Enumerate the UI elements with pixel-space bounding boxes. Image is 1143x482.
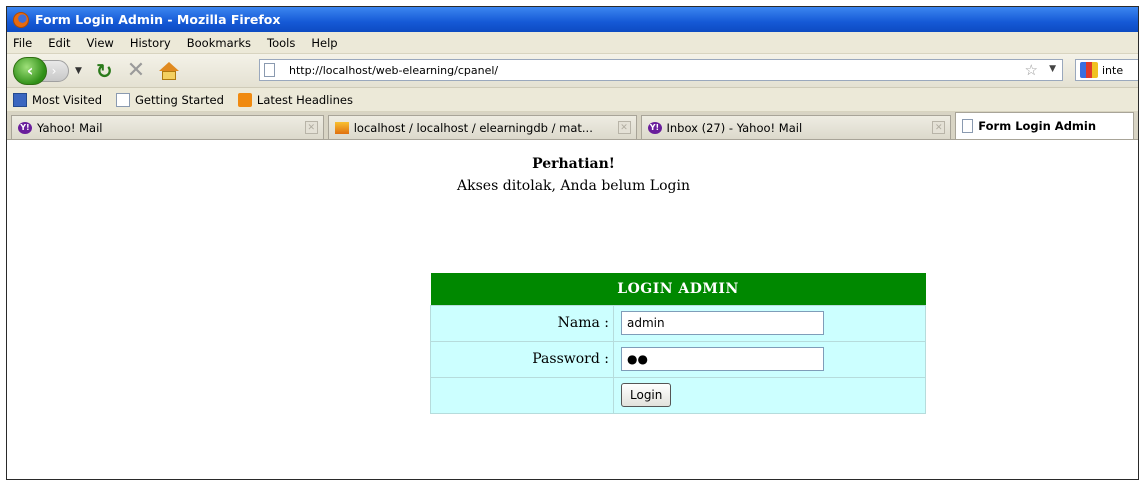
browser-window: Form Login Admin - Mozilla Firefox File … — [6, 6, 1139, 480]
username-label-cell: Nama : — [430, 304, 614, 342]
back-button[interactable]: ‹ — [13, 56, 47, 85]
home-base-icon — [162, 70, 177, 80]
window-title: Form Login Admin - Mozilla Firefox — [35, 12, 281, 27]
tab-label: Inbox (27) - Yahoo! Mail — [666, 120, 803, 135]
password-row: Password : ●● — [430, 340, 926, 378]
url-bar[interactable]: http://localhost/web-elearning/cpanel/ ☆… — [259, 59, 1063, 81]
search-engine-icon[interactable] — [1080, 62, 1098, 78]
bookmark-label: Getting Started — [135, 92, 224, 107]
notice-title: Perhatian! — [532, 156, 615, 172]
bookmark-latest-headlines[interactable]: Latest Headlines — [237, 92, 353, 107]
password-input-cell: ●● — [613, 340, 926, 378]
bookmark-label: Most Visited — [32, 92, 102, 107]
tab-label: Yahoo! Mail — [37, 120, 103, 135]
stop-button[interactable]: ✕ — [127, 58, 145, 83]
tab-yahoo-inbox[interactable]: Y! Inbox (27) - Yahoo! Mail ✕ — [640, 115, 952, 139]
empty-cell — [430, 376, 614, 414]
url-dropdown-icon[interactable]: ▼ — [1049, 64, 1056, 74]
username-row: Nama : admin — [430, 304, 926, 342]
login-title: LOGIN ADMIN — [430, 273, 926, 305]
most-visited-icon — [13, 92, 27, 107]
close-icon[interactable]: ✕ — [304, 121, 318, 134]
bookmark-star-icon[interactable]: ☆ — [1025, 61, 1038, 79]
page-content: Perhatian! Akses ditolak, Anda belum Log… — [7, 140, 1138, 479]
menu-tools[interactable]: Tools — [267, 36, 295, 50]
rss-feed-icon — [237, 92, 252, 107]
menu-bar: File Edit View History Bookmarks Tools H… — [7, 32, 1138, 54]
login-form: LOGIN ADMIN Nama : admin Password : ●● L… — [430, 273, 926, 414]
phpmyadmin-icon — [334, 121, 349, 134]
username-input-cell: admin — [613, 304, 926, 342]
login-button[interactable]: Login — [621, 383, 672, 407]
tab-label: Form Login Admin — [978, 119, 1097, 133]
bookmark-most-visited[interactable]: Most Visited — [13, 92, 102, 107]
menu-view[interactable]: View — [87, 36, 114, 50]
navigation-toolbar: ‹ › ▼ ↻ ✕ http://localhost/web-elearning… — [7, 54, 1138, 88]
password-label: Password — [532, 351, 600, 367]
menu-bookmarks[interactable]: Bookmarks — [187, 36, 251, 50]
password-label-cell: Password : — [430, 340, 614, 378]
home-roof-icon — [159, 61, 180, 71]
firefox-logo-icon — [13, 11, 29, 28]
bookmark-label: Latest Headlines — [256, 92, 353, 107]
tab-phpmyadmin[interactable]: localhost / localhost / elearningdb / ma… — [327, 115, 637, 139]
home-button[interactable] — [159, 61, 180, 80]
page-icon — [962, 119, 974, 133]
yahoo-icon: Y! — [18, 121, 32, 134]
tab-form-login-admin[interactable]: Form Login Admin — [955, 112, 1134, 139]
page-icon — [116, 92, 130, 107]
tab-yahoo-mail[interactable]: Y! Yahoo! Mail ✕ — [11, 115, 324, 139]
bookmark-getting-started[interactable]: Getting Started — [116, 92, 224, 107]
submit-cell: Login — [613, 376, 926, 414]
submit-row: Login — [430, 376, 926, 414]
title-bar: Form Login Admin - Mozilla Firefox — [7, 7, 1138, 32]
reload-button[interactable]: ↻ — [96, 59, 113, 83]
close-icon[interactable]: ✕ — [932, 121, 946, 134]
menu-help[interactable]: Help — [311, 36, 337, 50]
username-label: Nama — [557, 315, 600, 331]
notice-message: Akses ditolak, Anda belum Login — [457, 178, 690, 194]
search-box[interactable]: inte — [1075, 59, 1138, 81]
close-icon[interactable]: ✕ — [617, 121, 631, 134]
username-input[interactable]: admin — [621, 311, 824, 335]
bookmarks-toolbar: Most Visited Getting Started Latest Head… — [7, 88, 1138, 112]
menu-file[interactable]: File — [13, 36, 32, 50]
menu-history[interactable]: History — [130, 36, 171, 50]
tab-bar: Y! Yahoo! Mail ✕ localhost / localhost /… — [7, 112, 1138, 140]
password-input[interactable]: ●● — [621, 347, 824, 371]
yahoo-icon: Y! — [647, 121, 662, 134]
page-icon — [264, 63, 275, 77]
separator: : — [604, 315, 609, 331]
search-text: inte — [1102, 63, 1124, 77]
history-dropdown-icon[interactable]: ▼ — [75, 66, 82, 76]
separator: : — [604, 351, 609, 367]
tab-label: localhost / localhost / elearningdb / ma… — [353, 120, 593, 135]
menu-edit[interactable]: Edit — [48, 36, 70, 50]
url-text: http://localhost/web-elearning/cpanel/ — [289, 63, 499, 77]
